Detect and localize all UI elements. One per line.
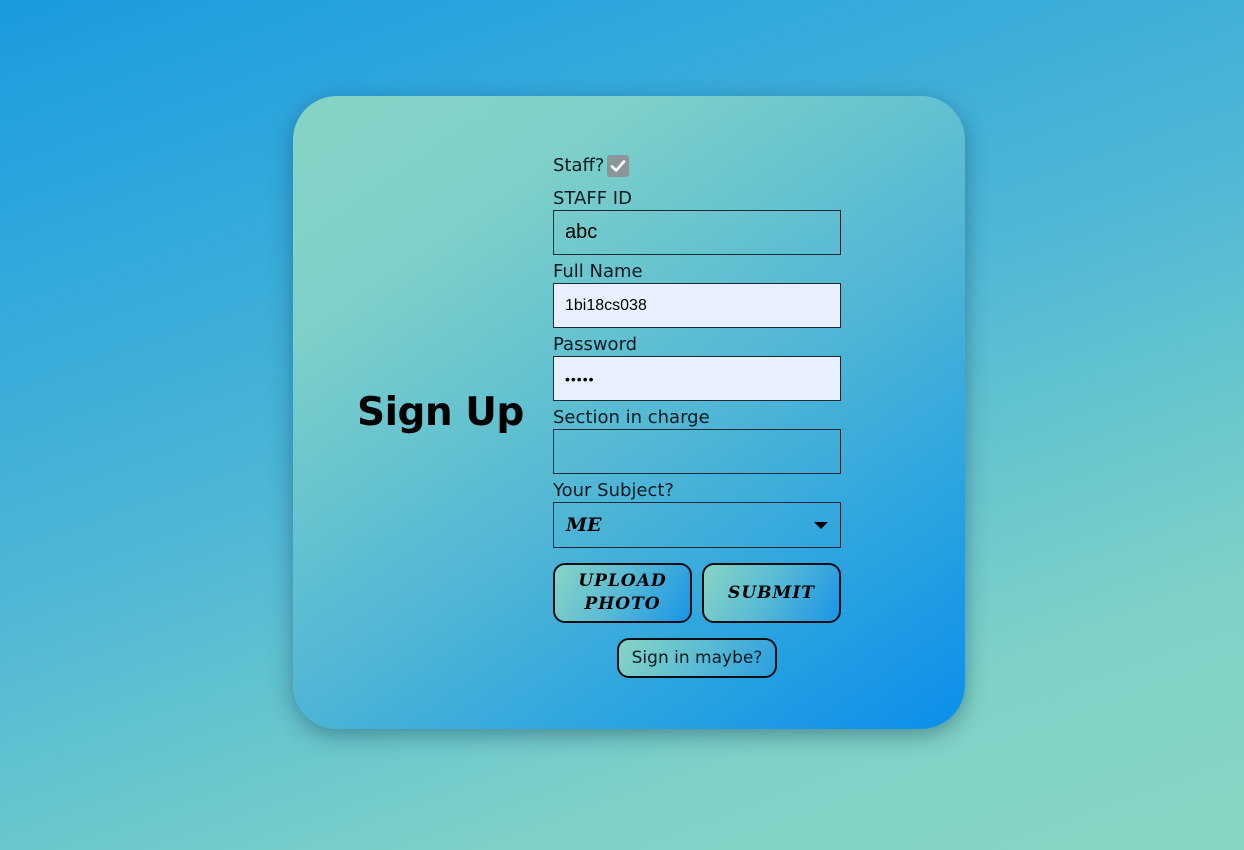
- full-name-label: Full Name: [553, 261, 643, 282]
- staff-label: Staff?: [553, 155, 605, 176]
- signup-card: Sign Up Staff? STAFF ID abc Full Name 1b…: [293, 96, 965, 729]
- submit-button[interactable]: SUBMIT: [702, 563, 841, 623]
- staff-checkbox[interactable]: [607, 155, 630, 177]
- action-buttons: UPLOAD PHOTO SUBMIT: [553, 563, 841, 623]
- password-label: Password: [553, 334, 638, 355]
- staff-row: Staff?: [553, 152, 841, 180]
- section-input[interactable]: [553, 429, 841, 474]
- password-input[interactable]: •••••: [553, 356, 841, 401]
- subject-label: Your Subject?: [553, 480, 674, 501]
- subject-select[interactable]: ME: [553, 502, 841, 548]
- upload-photo-button[interactable]: UPLOAD PHOTO: [553, 563, 692, 623]
- section-label: Section in charge: [553, 407, 710, 428]
- subject-selected-value: ME: [566, 514, 602, 536]
- full-name-input[interactable]: 1bi18cs038: [553, 283, 841, 328]
- checkmark-icon: [611, 160, 626, 172]
- caret-down-icon: [814, 521, 828, 529]
- staff-id-input[interactable]: abc: [553, 210, 841, 255]
- sign-in-link-button[interactable]: Sign in maybe?: [617, 638, 777, 678]
- signup-form: Staff? STAFF ID abc Full Name 1bi18cs038…: [553, 152, 841, 678]
- staff-id-label: STAFF ID: [553, 188, 632, 209]
- page-title: Sign Up: [357, 390, 524, 435]
